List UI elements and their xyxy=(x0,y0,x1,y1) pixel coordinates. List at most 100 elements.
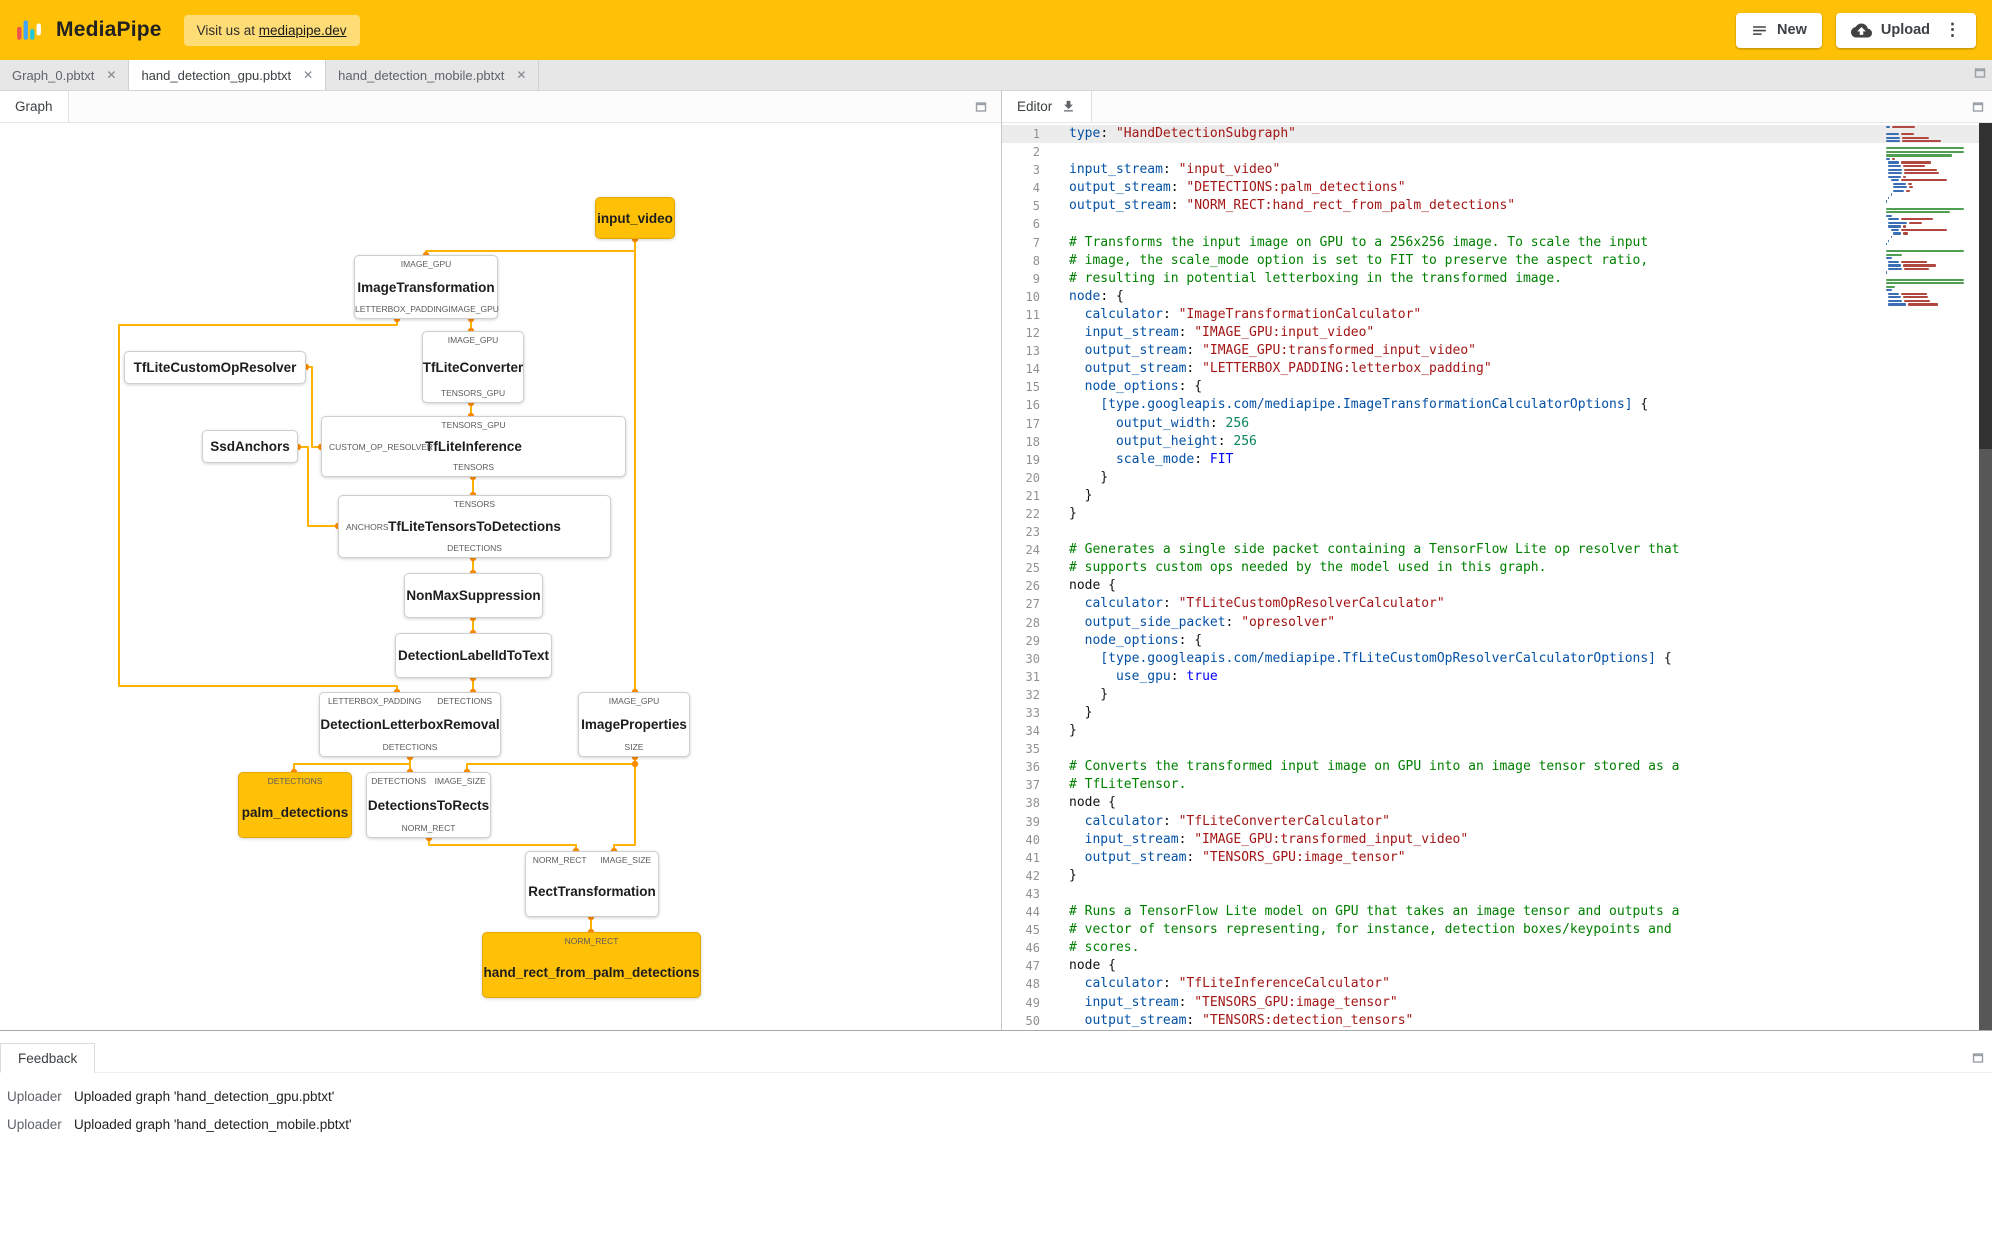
file-tab[interactable]: hand_detection_gpu.pbtxt ✕ xyxy=(129,60,327,90)
code-line[interactable]: 23 xyxy=(1002,523,1992,541)
code-line[interactable]: 7 # Transforms the input image on GPU to … xyxy=(1002,234,1992,252)
code-text: # Generates a single side packet contain… xyxy=(1069,542,1680,558)
code-line[interactable]: 47 node { xyxy=(1002,957,1992,975)
code-line[interactable]: 35 xyxy=(1002,740,1992,758)
code-line[interactable]: 24 # Generates a single side packet conta… xyxy=(1002,541,1992,559)
code-line[interactable]: 2 xyxy=(1002,143,1992,161)
code-line[interactable]: 13 output_stream: "IMAGE_GPU:transformed… xyxy=(1002,342,1992,360)
editor-panel-header: Editor xyxy=(1002,91,1992,123)
code-line[interactable]: 19 scale_mode: FIT xyxy=(1002,451,1992,469)
editor-scrollbar[interactable] xyxy=(1979,122,1992,1030)
mediapipe-link[interactable]: mediapipe.dev xyxy=(259,23,347,38)
graph-node-ImageTransformation[interactable]: IMAGE_GPU ImageTransformation LETTERBOX_PA… xyxy=(354,255,499,319)
code-line[interactable]: 31 use_gpu: true xyxy=(1002,668,1992,686)
graph-node-NonMaxSuppression[interactable]: NonMaxSuppression xyxy=(404,573,543,618)
code-line[interactable]: 32 } xyxy=(1002,686,1992,704)
code-line[interactable]: 46 # scores. xyxy=(1002,939,1992,957)
editor-tab[interactable]: Editor xyxy=(1002,91,1093,122)
node-title: DetectionLetterboxRemoval xyxy=(320,717,500,732)
code-line[interactable]: 16 [type.googleapis.com/mediapipe.ImageT… xyxy=(1002,396,1992,414)
expand-icon[interactable] xyxy=(1974,66,1986,84)
download-icon[interactable] xyxy=(1061,99,1076,114)
port-label: TENSORS xyxy=(453,499,496,509)
code-line[interactable]: 22} xyxy=(1002,505,1992,523)
code-editor[interactable]: 1 type: "HandDetectionSubgraph" 2 3 input_st… xyxy=(1002,122,1992,1030)
code-line[interactable]: 43 xyxy=(1002,885,1992,903)
code-line[interactable]: 1 type: "HandDetectionSubgraph" xyxy=(1002,125,1992,144)
code-line[interactable]: 3 input_stream: "input_video" xyxy=(1002,161,1992,179)
code-line[interactable]: 10 node: { xyxy=(1002,288,1992,306)
code-line[interactable]: 18 output_height: 256 xyxy=(1002,433,1992,451)
code-line[interactable]: 39 calculator: "TfLiteConverterCalculato… xyxy=(1002,813,1992,831)
code-line[interactable]: 26 node { xyxy=(1002,577,1992,595)
graph-node-hand_rect_from_palm_detections[interactable]: NORM_RECT hand_rect_from_palm_detections xyxy=(482,932,701,998)
code-line[interactable]: 29 node_options: { xyxy=(1002,632,1992,650)
code-line[interactable]: 28 output_side_packet: "opresolver" xyxy=(1002,614,1992,632)
code-line[interactable]: 50 output_stream: "TENSORS:detection_ten… xyxy=(1002,1012,1992,1030)
code-line[interactable]: 48 calculator: "TfLiteInferenceCalculato… xyxy=(1002,975,1992,993)
graph-node-input_video[interactable]: input_video xyxy=(595,197,675,239)
code-line[interactable]: 45 # vector of tensors representing, for … xyxy=(1002,921,1992,939)
upload-button[interactable]: Upload ⋮ xyxy=(1835,12,1976,48)
port-label: IMAGE_GPU xyxy=(448,304,499,314)
code-line[interactable]: 34} xyxy=(1002,722,1992,740)
scrollbar-thumb[interactable] xyxy=(1979,122,1992,449)
new-button[interactable]: New xyxy=(1736,12,1822,48)
file-tab[interactable]: Graph_0.pbtxt ✕ xyxy=(0,60,130,90)
code-line[interactable]: 8 # image, the scale_mode option is set t… xyxy=(1002,252,1992,270)
code-line[interactable]: 27 calculator: "TfLiteCustomOpResolverCa… xyxy=(1002,595,1992,613)
code-line[interactable]: 25 # supports custom ops needed by the mo… xyxy=(1002,559,1992,577)
feedback-tab[interactable]: Feedback xyxy=(0,1043,96,1073)
code-line[interactable]: 49 input_stream: "TENSORS_GPU:image_tens… xyxy=(1002,994,1992,1012)
code-line[interactable]: 40 input_stream: "IMAGE_GPU:transformed_… xyxy=(1002,831,1992,849)
line-number: 4 xyxy=(1032,181,1040,196)
code-line[interactable]: 38 node { xyxy=(1002,794,1992,812)
file-tab[interactable]: hand_detection_mobile.pbtxt ✕ xyxy=(326,60,540,90)
graph-panel: Graph input_video IMAGE_GPU ImageTransform… xyxy=(0,91,1002,1030)
graph-node-RectTransformation[interactable]: NORM_RECT IMAGE_SIZE RectTransformation xyxy=(525,851,659,917)
code-line[interactable]: 6 xyxy=(1002,215,1992,233)
code-line[interactable]: 21 } xyxy=(1002,487,1992,505)
line-number: 25 xyxy=(1025,561,1040,576)
minimap[interactable] xyxy=(1886,126,1974,307)
graph-node-DetectionLabelIdToText[interactable]: DetectionLabelIdToText xyxy=(395,633,552,678)
code-line[interactable]: 12 input_stream: "IMAGE_GPU:input_video" xyxy=(1002,324,1992,342)
graph-canvas[interactable]: input_video IMAGE_GPU ImageTransformation L… xyxy=(0,122,1001,1030)
feedback-entry: Uploader Uploaded graph 'hand_detection_m… xyxy=(7,1110,1992,1138)
graph-node-TfLiteCustomOpResolver[interactable]: TfLiteCustomOpResolver xyxy=(124,351,306,384)
expand-icon[interactable] xyxy=(1972,1051,1984,1069)
graph-node-DetectionLetterboxRemoval[interactable]: LETTERBOX_PADDING DETECTIONS DetectionLett… xyxy=(319,692,501,757)
code-line[interactable]: 30 [type.googleapis.com/mediapipe.TfLite… xyxy=(1002,650,1992,668)
graph-node-TfLiteConverter[interactable]: IMAGE_GPU TfLiteConverter TENSORS_GPU xyxy=(422,331,524,403)
code-line[interactable]: 33 } xyxy=(1002,704,1992,722)
line-number: 28 xyxy=(1025,615,1040,630)
code-line[interactable]: 42} xyxy=(1002,867,1992,885)
code-line[interactable]: 9 # resulting in potential letterboxing i… xyxy=(1002,270,1992,288)
code-line[interactable]: 4 output_stream: "DETECTIONS:palm_detecti… xyxy=(1002,179,1992,197)
close-tab-icon[interactable]: ✕ xyxy=(516,68,526,82)
code-line[interactable]: 44 # Runs a TensorFlow Lite model on GPU … xyxy=(1002,903,1992,921)
code-line[interactable]: 36 # Converts the transformed input image… xyxy=(1002,758,1992,776)
code-line[interactable]: 11 calculator: "ImageTransformationCalcu… xyxy=(1002,306,1992,324)
expand-icon[interactable] xyxy=(1972,100,1984,118)
graph-node-TfLiteTensorsToDetections[interactable]: TENSORS TfLiteTensorsToDetections DETECTIO… xyxy=(338,495,611,558)
code-line[interactable]: 14 output_stream: "LETTERBOX_PADDING:let… xyxy=(1002,360,1992,378)
graph-node-DetectionsToRects[interactable]: DETECTIONS IMAGE_SIZE DetectionsToRects NOR… xyxy=(366,772,491,838)
graph-node-palm_detections[interactable]: DETECTIONS palm_detections xyxy=(238,772,352,838)
close-tab-icon[interactable]: ✕ xyxy=(106,68,116,82)
feedback-header: Feedback xyxy=(0,1043,1992,1073)
graph-node-SsdAnchors[interactable]: SsdAnchors xyxy=(202,430,298,463)
graph-node-ImageProperties[interactable]: IMAGE_GPU ImageProperties SIZE xyxy=(578,692,690,757)
code-line[interactable]: 20 } xyxy=(1002,469,1992,487)
graph-node-TfLiteInference[interactable]: TENSORS_GPU TfLiteInference TENSORS CUSTOM_… xyxy=(321,416,626,477)
code-line[interactable]: 15 node_options: { xyxy=(1002,378,1992,396)
kebab-menu-icon[interactable]: ⋮ xyxy=(1944,20,1961,40)
node-title: NonMaxSuppression xyxy=(406,588,541,603)
code-line[interactable]: 17 output_width: 256 xyxy=(1002,415,1992,433)
code-line[interactable]: 41 output_stream: "TENSORS_GPU:image_ten… xyxy=(1002,849,1992,867)
expand-icon[interactable] xyxy=(975,100,987,118)
code-line[interactable]: 37 # TfLiteTensor. xyxy=(1002,776,1992,794)
code-line[interactable]: 5 output_stream: "NORM_RECT:hand_rect_fro… xyxy=(1002,197,1992,215)
close-tab-icon[interactable]: ✕ xyxy=(303,68,313,82)
graph-tab[interactable]: Graph xyxy=(0,91,69,122)
